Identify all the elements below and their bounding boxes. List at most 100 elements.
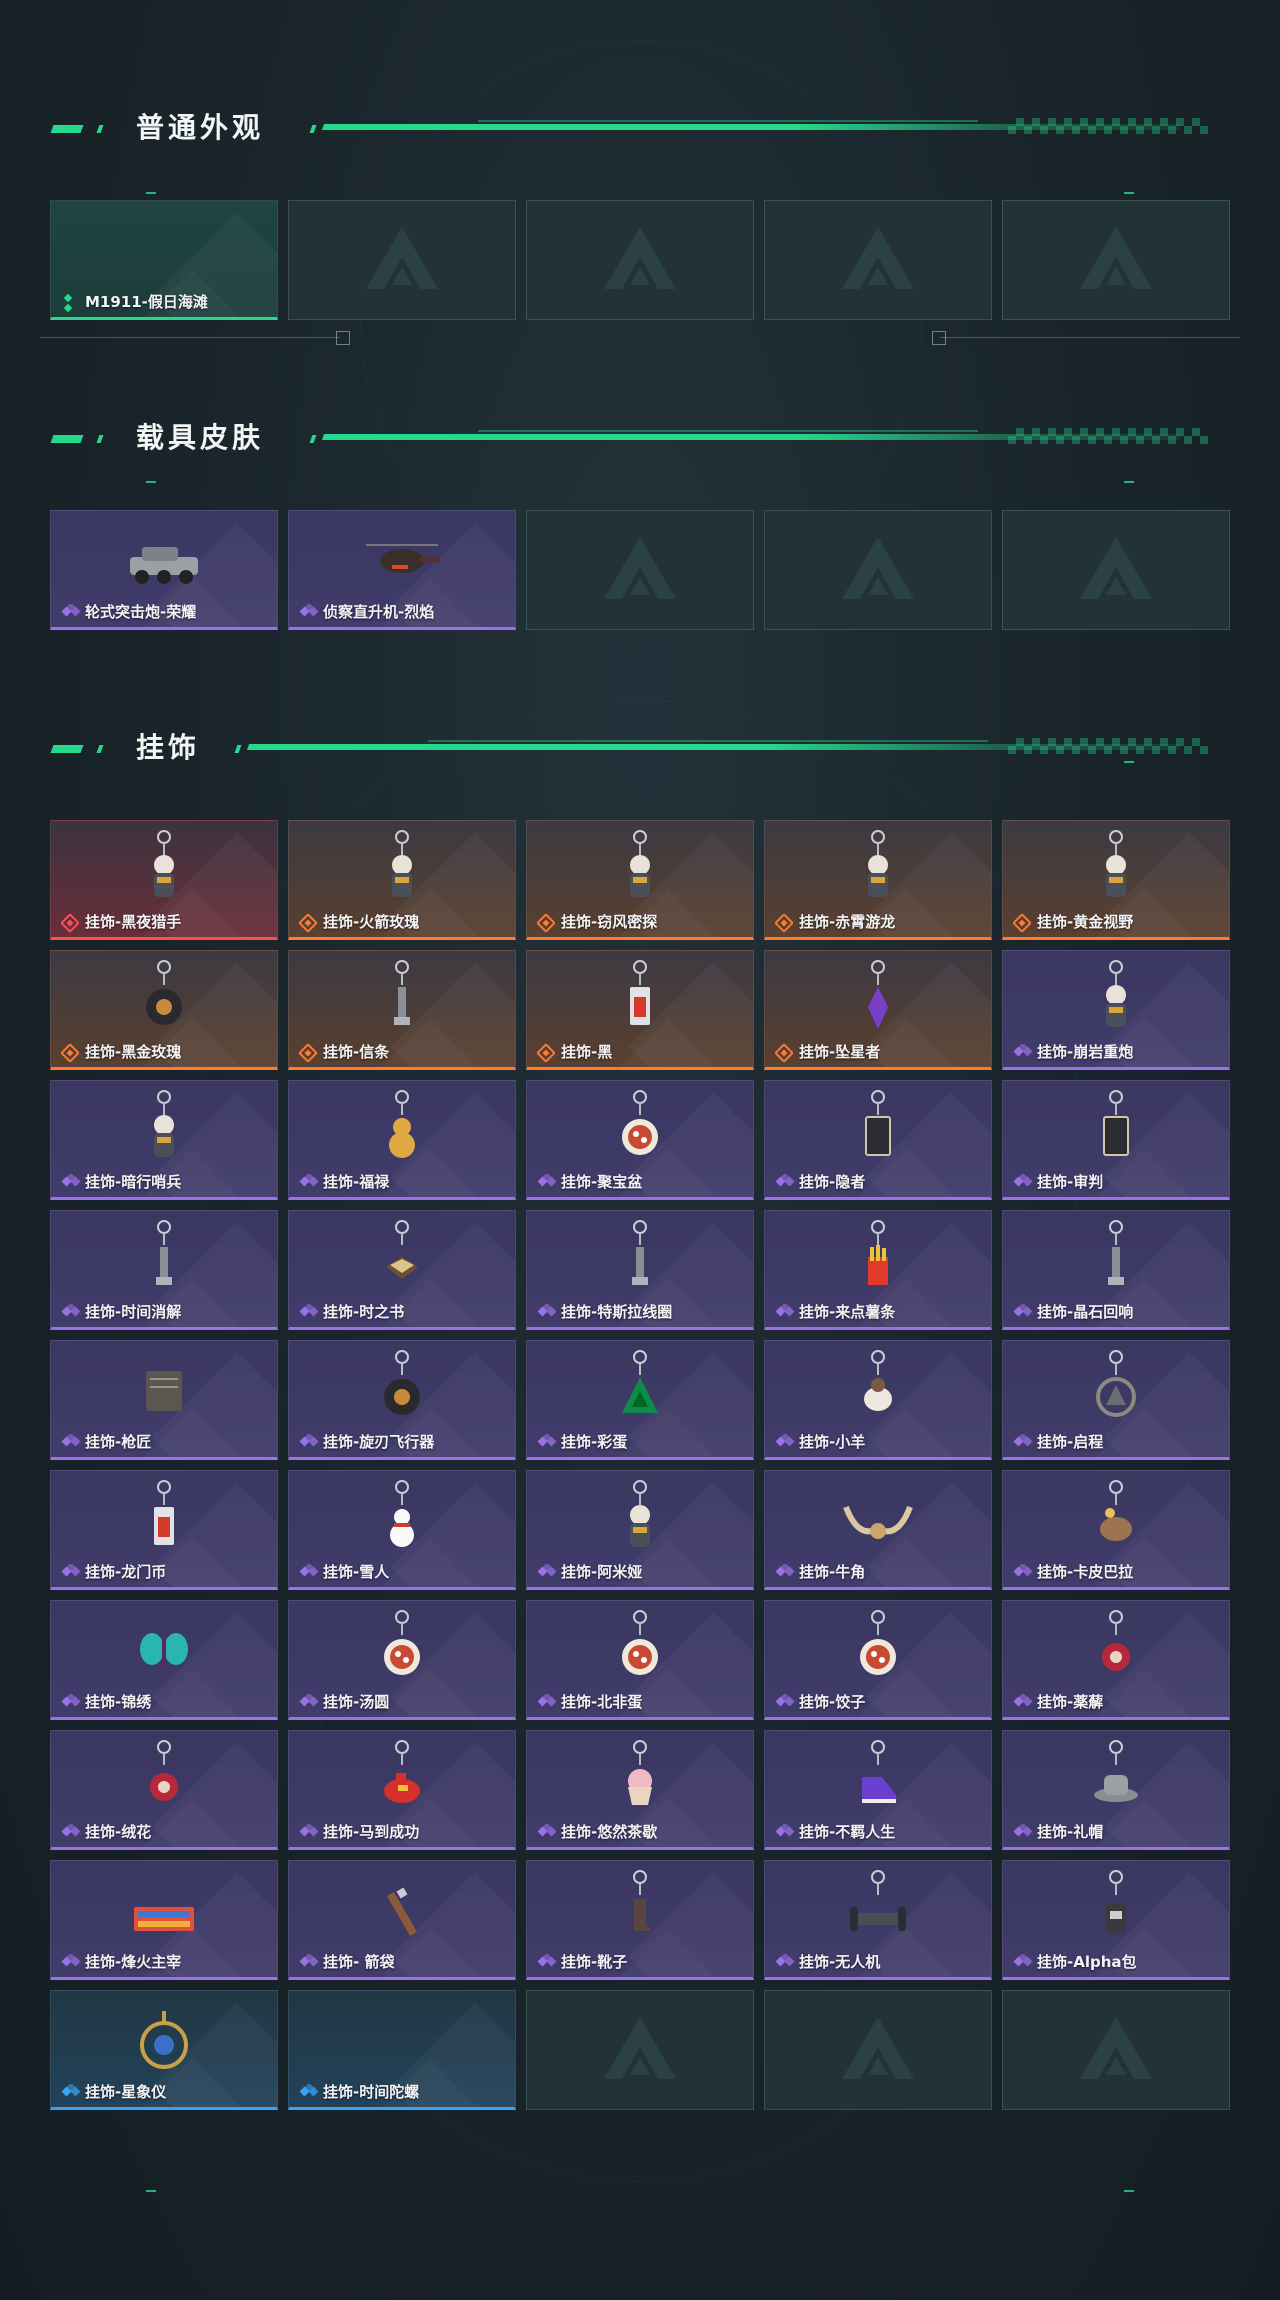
item-card[interactable]: 挂饰-彩蛋 [526,1340,754,1460]
section-header-appearance: 普通外观 [48,108,1228,148]
orb-charm-icon [124,957,204,1041]
figure-charm-icon [838,827,918,911]
bowl-charm-icon [600,1087,680,1171]
item-card[interactable]: 挂饰-信条 [288,950,516,1070]
item-card[interactable]: 挂饰-审判 [1002,1080,1230,1200]
capybara-charm-icon [1076,1477,1156,1561]
item-card[interactable]: 挂饰-时间消解 [50,1210,278,1330]
rarity-purple-icon [537,1822,557,1838]
item-card[interactable]: 挂饰-时间陀螺 [288,1990,516,2110]
item-card[interactable]: 挂饰-汤圆 [288,1600,516,1720]
placeholder-logo-icon [1076,2013,1156,2087]
item-card[interactable]: 挂饰-特斯拉线圈 [526,1210,754,1330]
tag-charm-icon [124,1477,204,1561]
item-card[interactable]: 挂饰-Alpha包 [1002,1860,1230,1980]
item-card[interactable]: 挂饰-崩岩重炮 [1002,950,1230,1070]
item-card[interactable]: 挂饰-时之书 [288,1210,516,1330]
item-label: 挂饰-晶石回响 [1037,1303,1134,1321]
item-card[interactable]: M1911-假日海滩 [50,200,278,320]
item-card[interactable]: 挂饰-靴子 [526,1860,754,1980]
item-label: 挂饰-坠星者 [799,1043,881,1061]
corner-tick [146,481,156,483]
rarity-purple-icon [299,1172,319,1188]
header-dash [50,125,84,133]
item-card[interactable]: 挂饰- 箭袋 [288,1860,516,1980]
item-card[interactable]: 挂饰-黑 [526,950,754,1070]
item-card[interactable]: 挂饰-隐者 [764,1080,992,1200]
header-dash [309,435,317,443]
item-card[interactable]: 挂饰-聚宝盆 [526,1080,754,1200]
item-card[interactable]: 挂饰-悠然茶歇 [526,1730,754,1850]
item-card[interactable]: 挂饰-来点薯条 [764,1210,992,1330]
item-card[interactable]: 挂饰-不羁人生 [764,1730,992,1850]
item-card[interactable]: 挂饰-坠星者 [764,950,992,1070]
item-label: 挂饰-赤霄游龙 [799,913,896,931]
rarity-orange-icon [774,913,794,933]
hat-charm-icon [1076,1737,1156,1821]
item-card[interactable]: 挂饰-饺子 [764,1600,992,1720]
item-card[interactable]: 挂饰-窃风密探 [526,820,754,940]
item-card[interactable]: 挂饰-阿米娅 [526,1470,754,1590]
item-card[interactable]: 轮式突击炮-荣耀 [50,510,278,630]
item-card[interactable]: 挂饰-黑夜猎手 [50,820,278,940]
header-dash [96,125,104,133]
item-label: 挂饰-福禄 [323,1173,390,1191]
fries-charm-icon [838,1217,918,1301]
item-card[interactable]: 挂饰-黄金视野 [1002,820,1230,940]
item-card[interactable]: 挂饰-牛角 [764,1470,992,1590]
header-checker [1008,118,1208,134]
item-label: M1911-假日海滩 [85,293,208,311]
item-card[interactable]: 挂饰-赤霄游龙 [764,820,992,940]
figure-charm-icon [1076,957,1156,1041]
armored-vehicle-icon [124,517,204,601]
item-card[interactable]: 挂饰-福禄 [288,1080,516,1200]
rarity-purple-icon [1013,1302,1033,1318]
item-card[interactable]: 挂饰-马到成功 [288,1730,516,1850]
item-card[interactable]: 挂饰-卡皮巴拉 [1002,1470,1230,1590]
item-card[interactable]: 挂饰-小羊 [764,1340,992,1460]
item-card[interactable]: 挂饰-星象仪 [50,1990,278,2110]
rarity-purple-icon [537,1562,557,1578]
item-card[interactable]: 挂饰-旋刃飞行器 [288,1340,516,1460]
item-label: 挂饰-薬薢 [1037,1693,1104,1711]
item-card[interactable]: 挂饰-枪匠 [50,1340,278,1460]
item-label: 挂饰-暗行哨兵 [85,1173,182,1191]
item-card[interactable]: 挂饰-火箭玫瑰 [288,820,516,940]
item-card[interactable]: 挂饰-暗行哨兵 [50,1080,278,1200]
item-label: 挂饰-窃风密探 [561,913,658,931]
rarity-orange-icon [774,1043,794,1063]
item-label: 挂饰-黄金视野 [1037,913,1134,931]
rarity-purple-icon [1013,1822,1033,1838]
placeholder-logo-icon [1076,223,1156,297]
item-card[interactable]: 挂饰-礼帽 [1002,1730,1230,1850]
item-card[interactable]: 挂饰-薬薢 [1002,1600,1230,1720]
drone-charm-icon [838,1867,918,1951]
section-title: 普通外观 [136,111,265,144]
rarity-purple-icon [61,602,81,618]
item-card[interactable]: 挂饰-绒花 [50,1730,278,1850]
header-dash [50,435,84,443]
figure-charm-icon [1076,827,1156,911]
item-card[interactable]: 挂饰-锦绣 [50,1600,278,1720]
item-card[interactable]: 挂饰-无人机 [764,1860,992,1980]
rarity-purple-icon [1013,1172,1033,1188]
item-label: 侦察直升机-烈焰 [323,603,435,621]
item-card[interactable]: 挂饰-烽火主宰 [50,1860,278,1980]
charms-grid: 挂饰-黑夜猎手 挂饰-火箭玫瑰 挂饰-窃风密探 挂饰-赤霄游龙 挂饰-黄金视野挂饰-黑金… [50,820,1230,2110]
rarity-purple-icon [61,1952,81,1968]
keyring-charm-icon [362,957,442,1041]
item-label: 挂饰-雪人 [323,1563,390,1581]
item-card[interactable]: 挂饰-雪人 [288,1470,516,1590]
item-label: 挂饰-靴子 [561,1953,628,1971]
item-card[interactable]: 挂饰-黑金玫瑰 [50,950,278,1070]
item-card[interactable]: 挂饰-晶石回响 [1002,1210,1230,1330]
item-card[interactable]: 挂饰-龙门币 [50,1470,278,1590]
keyring-charm-icon [124,1217,204,1301]
item-card[interactable]: 挂饰-北非蛋 [526,1600,754,1720]
item-card[interactable]: 侦察直升机-烈焰 [288,510,516,630]
item-card[interactable]: 挂饰-启程 [1002,1340,1230,1460]
rarity-purple-icon [775,1952,795,1968]
item-label: 挂饰-审判 [1037,1173,1104,1191]
item-label: 挂饰-阿米娅 [561,1563,643,1581]
ruler-marker [932,331,946,345]
